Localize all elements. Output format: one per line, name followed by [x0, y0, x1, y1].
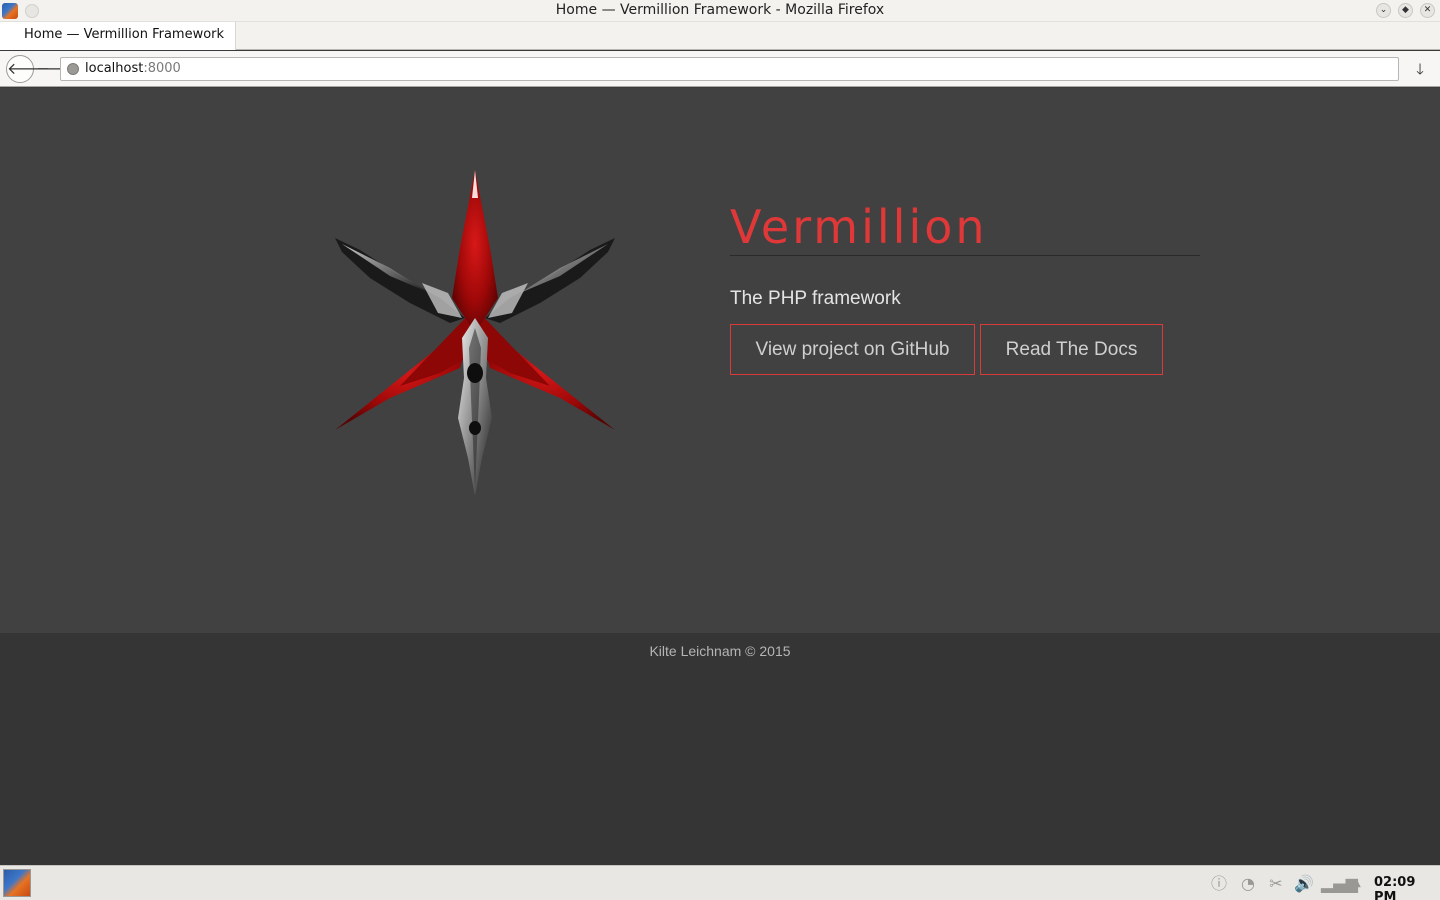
forward-button[interactable]: 🡒: [36, 58, 79, 80]
page-content: Vermillion The PHP framework View projec…: [0, 88, 1440, 865]
maximize-button[interactable]: ◆: [1398, 3, 1413, 18]
tab-label: Home — Vermillion Framework: [24, 27, 225, 42]
tray-expand-icon[interactable]: ▲: [1346, 873, 1368, 895]
navigation-toolbar: 🡐 🡒 localhost:8000 🡓: [0, 51, 1440, 87]
download-arrow-icon: 🡓: [1416, 60, 1424, 78]
download-button[interactable]: 🡓: [1410, 59, 1430, 79]
view-on-github-button[interactable]: View project on GitHub: [730, 324, 975, 375]
read-the-docs-button[interactable]: Read The Docs: [980, 324, 1163, 375]
globe-icon: [67, 63, 79, 75]
hero-section: Vermillion The PHP framework View projec…: [0, 88, 1440, 633]
taskbar-firefox-icon[interactable]: [3, 869, 31, 897]
network-signal-icon[interactable]: ▂▄▆: [1321, 873, 1358, 895]
window-title: Home — Vermillion Framework - Mozilla Fi…: [555, 2, 885, 18]
url-text[interactable]: localhost:8000: [85, 61, 181, 76]
scissors-icon[interactable]: ✂: [1265, 873, 1287, 895]
minimize-button[interactable]: ⌄: [1376, 3, 1391, 18]
back-button[interactable]: 🡐: [6, 55, 50, 83]
system-taskbar: ⓘ ◔ ✂ 🔊 ▂▄▆ ▲ 02:09 PM: [0, 865, 1440, 900]
footer-copyright: Kilte Leichnam © 2015: [649, 643, 791, 659]
page-subtitle: The PHP framework: [730, 288, 901, 309]
info-icon[interactable]: ⓘ: [1208, 873, 1230, 895]
window-titlebar: Home — Vermillion Framework - Mozilla Fi…: [0, 0, 1440, 22]
volume-icon[interactable]: 🔊: [1293, 873, 1315, 895]
url-port: :8000: [143, 61, 181, 76]
gauge-icon[interactable]: ◔: [1237, 873, 1259, 895]
tab-bar: Home — Vermillion Framework: [0, 22, 1440, 50]
close-button[interactable]: ✕: [1420, 3, 1435, 18]
url-host: localhost: [85, 61, 144, 76]
tab-home[interactable]: Home — Vermillion Framework: [0, 22, 236, 50]
vermillion-logo-icon: [335, 170, 615, 496]
page-footer: Kilte Leichnam © 2015: [0, 633, 1440, 865]
taskbar-clock[interactable]: 02:09 PM: [1374, 875, 1440, 900]
page-title: Vermillion: [730, 198, 1200, 256]
url-bar[interactable]: localhost:8000: [60, 57, 1399, 81]
